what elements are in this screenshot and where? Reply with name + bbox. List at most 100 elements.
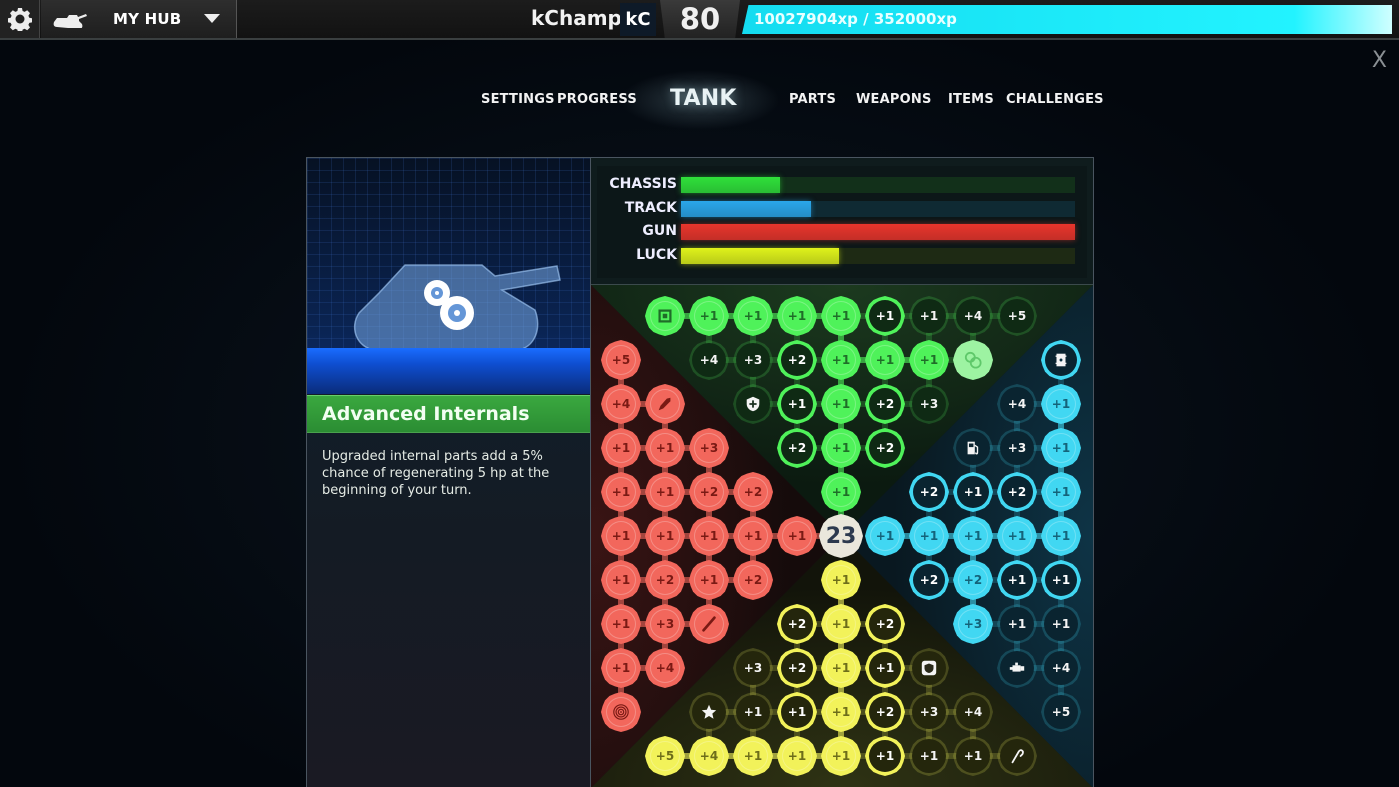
node-value: +1 [611, 485, 631, 499]
node-value: +2 [963, 573, 983, 587]
node-value: +4 [963, 309, 983, 323]
node-value: +1 [919, 529, 939, 543]
hub-dropdown[interactable]: MY HUB [41, 0, 237, 38]
tab-items[interactable]: ITEMS [948, 92, 994, 107]
node-value: +1 [699, 573, 719, 587]
node-value: +1 [1051, 485, 1071, 499]
node-value: +2 [875, 705, 895, 719]
node-value: +3 [743, 353, 763, 367]
settings-button[interactable] [0, 0, 40, 38]
node-value: +1 [875, 353, 895, 367]
xp-bar: 10027904xp / 352000xp [742, 5, 1392, 34]
node-value: +1 [1051, 617, 1071, 631]
node-value: +2 [875, 441, 895, 455]
node-value: +3 [919, 397, 939, 411]
xp-text: 10027904xp / 352000xp [754, 10, 957, 28]
node-value: +4 [699, 749, 719, 763]
syringe-icon [700, 615, 718, 633]
node-value: +4 [611, 397, 631, 411]
barrel-icon [1052, 351, 1070, 369]
node-value: +1 [743, 529, 763, 543]
node-value: +2 [655, 573, 675, 587]
node-value: +2 [875, 397, 895, 411]
node-value: +1 [743, 309, 763, 323]
node-value: +1 [831, 441, 851, 455]
tab-tank[interactable]: TANK [670, 86, 737, 111]
node-value: +4 [655, 661, 675, 675]
node-value: +1 [611, 617, 631, 631]
node-value: +2 [787, 441, 807, 455]
stat-luck: LUCK [597, 247, 1087, 265]
upgrade-panel: CHASSIS TRACK GUN LUCK +1 +1 +1 +1 +1 +1 +4 +5 +5 +4… [590, 157, 1094, 787]
node-value: +5 [611, 353, 631, 367]
node-value: +1 [611, 661, 631, 675]
node-value: +1 [831, 661, 851, 675]
node-value: +1 [831, 749, 851, 763]
node-value: +1 [875, 749, 895, 763]
stat-bar-fill [681, 177, 780, 193]
stat-bar-fill [681, 224, 1075, 240]
node-value: +1 [963, 485, 983, 499]
stat-bar-track [681, 224, 1075, 240]
stat-chassis: CHASSIS [597, 176, 1087, 194]
node-value: +3 [1007, 441, 1027, 455]
node-value: +1 [655, 529, 675, 543]
part-description: Upgraded internal parts add a 5% chance … [322, 449, 550, 498]
stat-track: TRACK [597, 200, 1087, 218]
tab-progress[interactable]: PROGRESS [557, 92, 637, 107]
stats-list: CHASSIS TRACK GUN LUCK [597, 166, 1087, 278]
close-button[interactable]: X [1372, 48, 1387, 73]
star-icon [700, 703, 718, 721]
tab-challenges[interactable]: CHALLENGES [1006, 92, 1104, 107]
node-value: +1 [743, 749, 763, 763]
node-value: +1 [875, 661, 895, 675]
part-detail-panel: Advanced Internals Upgraded internal par… [306, 157, 591, 787]
tab-parts[interactable]: PARTS [789, 92, 836, 107]
node-value: +2 [787, 661, 807, 675]
node-value: +1 [919, 309, 939, 323]
hub-label: MY HUB [113, 10, 182, 28]
username: kChamp [531, 6, 622, 30]
node-value: +1 [875, 309, 895, 323]
top-bar: MY HUB kChamp kC 80 10027904xp / 352000x… [0, 0, 1399, 40]
node-value: +2 [1007, 485, 1027, 499]
node-value: +1 [699, 529, 719, 543]
node-value: +1 [831, 485, 851, 499]
preview-floor [307, 348, 590, 394]
tab-weapons[interactable]: WEAPONS [856, 92, 932, 107]
node-value: +1 [787, 397, 807, 411]
node-value: +1 [1051, 441, 1071, 455]
node-value: +1 [875, 529, 895, 543]
node-value: +4 [1007, 397, 1027, 411]
part-title: Advanced Internals [322, 403, 530, 425]
node-value: +1 [831, 353, 851, 367]
node-value: +1 [787, 705, 807, 719]
node-value: +5 [655, 749, 675, 763]
tab-settings[interactable]: SETTINGS [481, 92, 555, 107]
node-value: +1 [743, 705, 763, 719]
node-value: +4 [1051, 661, 1071, 675]
upgrade-board: +1 +1 +1 +1 +1 +1 +4 +5 +5 +4 +3 +2 +1 +1 +1 +4 +1 +1 +2 +3… [591, 285, 1093, 787]
node-value: +3 [919, 705, 939, 719]
stat-bar-track [681, 177, 1075, 193]
hook-icon [1008, 747, 1026, 765]
node-value: +1 [831, 309, 851, 323]
node-value: +2 [743, 485, 763, 499]
node-value: +1 [611, 573, 631, 587]
stat-bar-fill [681, 247, 839, 264]
stat-label: TRACK [624, 199, 677, 216]
stat-bar-fill [681, 200, 812, 217]
shield-plus-icon [744, 395, 762, 413]
node-value: +1 [611, 441, 631, 455]
node-value: +4 [699, 353, 719, 367]
node-value: +5 [1007, 309, 1027, 323]
node-value: +1 [699, 309, 719, 323]
stats-panel: CHASSIS TRACK GUN LUCK [591, 158, 1093, 285]
node-value: +1 [655, 485, 675, 499]
gears-icon [964, 351, 982, 369]
target-swirl-icon [612, 703, 630, 721]
player-level: 80 [660, 0, 740, 38]
gear-icon [7, 8, 32, 31]
stat-label: LUCK [636, 246, 677, 263]
node-value: +1 [1007, 573, 1027, 587]
